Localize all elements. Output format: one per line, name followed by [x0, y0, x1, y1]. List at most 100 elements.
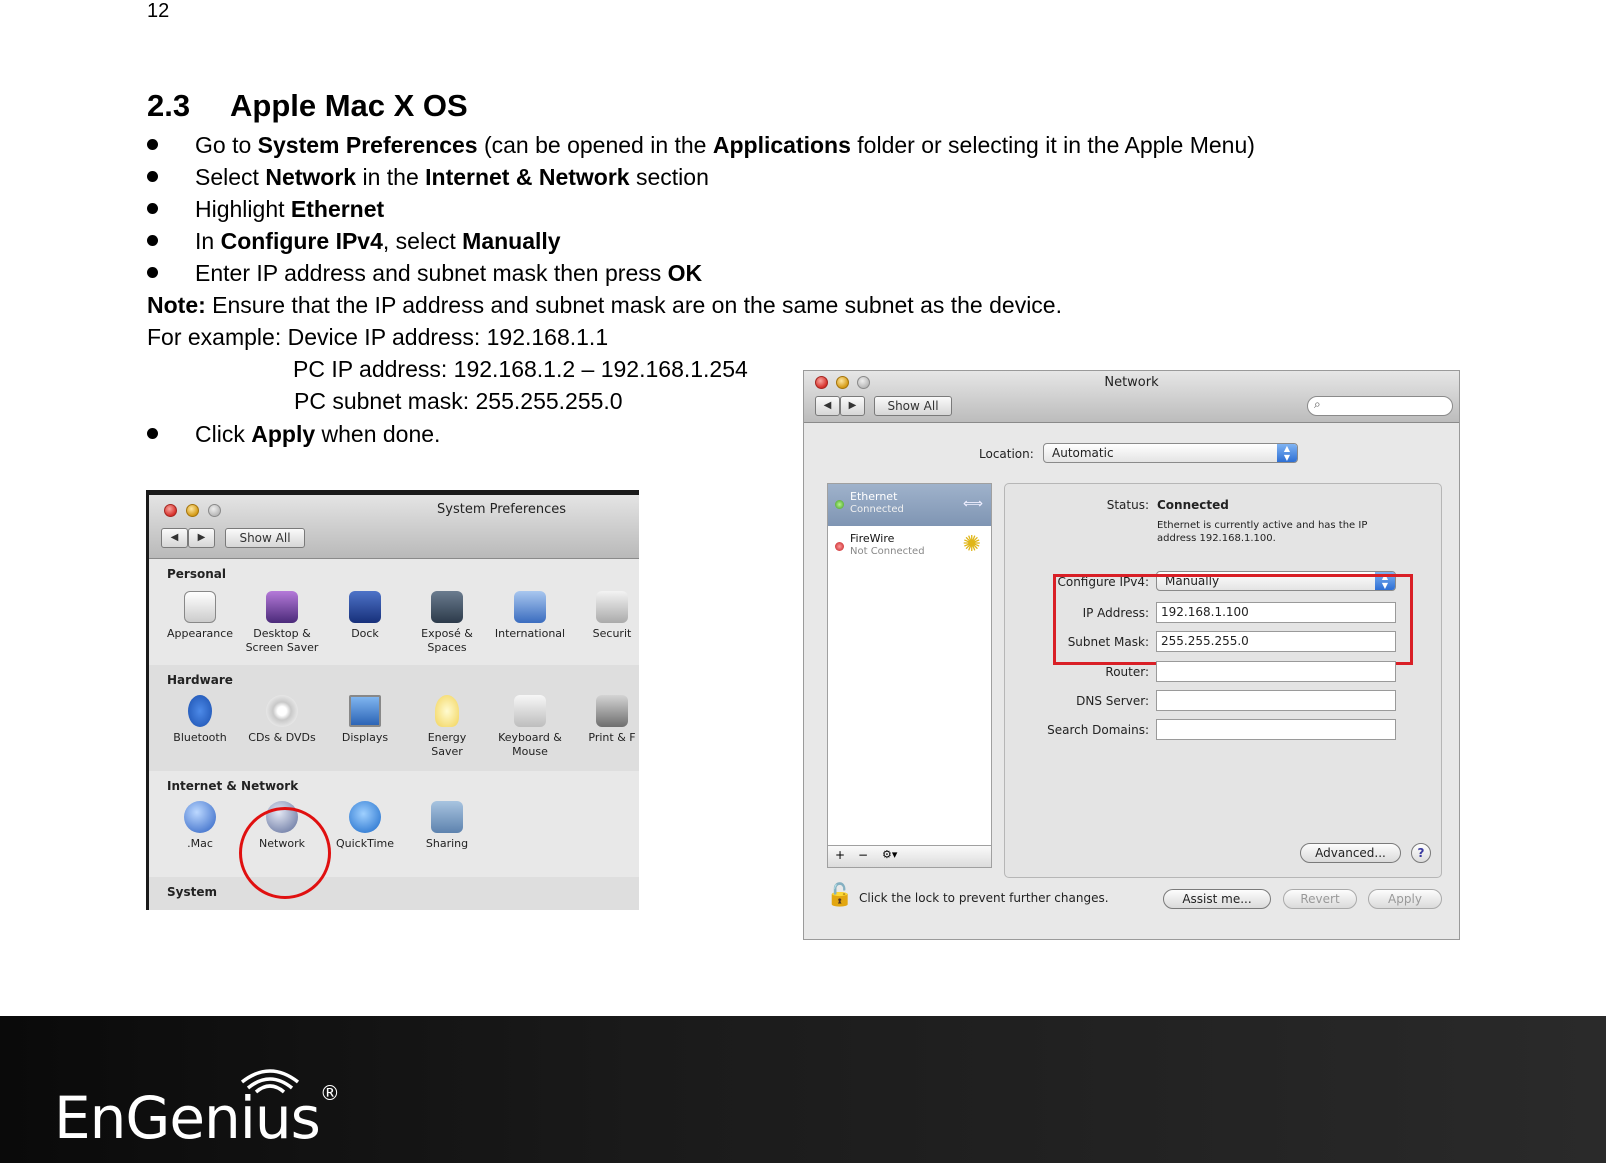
disc-icon: [266, 695, 298, 727]
firewire-icon: ✺: [962, 532, 981, 557]
highlight-box: [1053, 574, 1413, 665]
section-personal: Personal Appearance Desktop & Screen Sav…: [149, 559, 639, 665]
network-title: Network: [1104, 375, 1159, 390]
search-icon: ⌕: [1314, 397, 1321, 411]
section-header: Internet & Network: [167, 779, 299, 793]
heading-text: Apple Mac X OS: [230, 88, 468, 123]
forward-button[interactable]: ▶: [188, 528, 215, 548]
dns-server-field[interactable]: [1156, 690, 1396, 711]
pref-cds-dvds[interactable]: CDs & DVDs: [241, 695, 323, 745]
step-1: Go to System Preferences (can be opened …: [147, 132, 1255, 159]
revert-button[interactable]: Revert: [1283, 889, 1357, 909]
pref-displays[interactable]: Displays: [324, 695, 406, 745]
forward-button[interactable]: ▶: [840, 396, 865, 416]
syspref-title: System Preferences: [437, 502, 567, 517]
heading-number: 2.3: [147, 88, 191, 123]
search-domains-label: Search Domains:: [1047, 723, 1149, 737]
add-service-button[interactable]: +: [835, 848, 845, 862]
page-number: 12: [147, 0, 170, 22]
popup-arrows-icon: ▲ ▼: [1277, 444, 1297, 462]
status-value: Connected: [1157, 498, 1229, 512]
engenius-logo: EnGenius®: [54, 1080, 340, 1152]
zoom-button[interactable]: [208, 504, 221, 517]
section-heading: 2.3 Apple Mac X OS: [147, 88, 468, 124]
search-domains-field[interactable]: [1156, 719, 1396, 740]
location-label: Location:: [979, 447, 1034, 461]
pref-desktop[interactable]: Desktop & Screen Saver: [241, 591, 323, 655]
network-titlebar: Network ◀ ▶ Show All ⌕: [804, 371, 1459, 423]
pref-bluetooth[interactable]: Bluetooth: [159, 695, 241, 745]
back-button[interactable]: ◀: [815, 396, 840, 416]
desktop-icon: [266, 591, 298, 623]
lock-text: Click the lock to prevent further change…: [859, 891, 1109, 905]
expose-icon: [431, 591, 463, 623]
pref-expose[interactable]: Exposé & Spaces: [406, 591, 488, 655]
service-list-toolbar: + − ⚙▾: [828, 845, 991, 867]
gear-icon[interactable]: ⚙▾: [882, 848, 897, 861]
pref-security[interactable]: Securit: [571, 591, 639, 641]
globe-flag-icon: [514, 591, 546, 623]
router-field[interactable]: [1156, 661, 1396, 682]
network-window: Network ◀ ▶ Show All ⌕ Location: Automat…: [803, 370, 1460, 940]
service-firewire[interactable]: FireWire Not Connected ✺: [828, 526, 991, 568]
monitor-icon: [349, 695, 381, 727]
system-preferences-window: System Preferences ◀ ▶ Show All Personal…: [146, 490, 639, 910]
location-select[interactable]: Automatic ▲ ▼: [1043, 443, 1298, 463]
pref-mac[interactable]: .Mac: [159, 801, 241, 851]
pref-appearance[interactable]: Appearance: [159, 591, 241, 641]
quicktime-icon: [349, 801, 381, 833]
pref-print-fax[interactable]: Print & F: [571, 695, 639, 745]
show-all-button[interactable]: Show All: [874, 396, 952, 416]
section-header: Personal: [167, 567, 226, 581]
status-description-2: address 192.168.1.100.: [1157, 533, 1276, 544]
section-hardware: Hardware Bluetooth CDs & DVDs Displays E…: [149, 665, 639, 771]
sharing-folder-icon: [431, 801, 463, 833]
assist-me-button[interactable]: Assist me...: [1163, 889, 1271, 909]
network-highlight-circle: [239, 807, 331, 899]
note: Note: Ensure that the IP address and sub…: [147, 292, 1062, 318]
syspref-titlebar: System Preferences ◀ ▶ Show All: [149, 495, 639, 559]
example-pc-mask: PC subnet mask: 255.255.255.0: [294, 388, 623, 414]
step-5: Enter IP address and subnet mask then pr…: [147, 260, 702, 287]
minimize-button[interactable]: [186, 504, 199, 517]
lock-icon[interactable]: 🔓: [826, 883, 853, 908]
pref-sharing[interactable]: Sharing: [406, 801, 488, 851]
status-label: Status:: [1106, 498, 1149, 512]
example-device-ip: For example: Device IP address: 192.168.…: [147, 324, 609, 350]
section-header: System: [167, 885, 217, 899]
pref-energy-saver[interactable]: Energy Saver: [406, 695, 488, 759]
show-all-button[interactable]: Show All: [225, 528, 305, 548]
ethernet-arrows-icon: ⟺: [962, 496, 983, 512]
help-button[interactable]: ?: [1411, 843, 1431, 863]
security-house-icon: [596, 591, 628, 623]
dock-icon: [349, 591, 381, 623]
lightbulb-icon: [435, 695, 459, 727]
section-system: System: [149, 877, 639, 910]
keyboard-mouse-icon: [514, 695, 546, 727]
appearance-icon: [184, 591, 216, 623]
step-6: Click Apply when done.: [147, 421, 440, 448]
section-header: Hardware: [167, 673, 233, 687]
bluetooth-icon: [188, 695, 212, 727]
router-label: Router:: [1105, 665, 1149, 679]
footer-bar: EnGenius®: [0, 1016, 1606, 1163]
dns-server-label: DNS Server:: [1076, 694, 1149, 708]
pref-keyboard-mouse[interactable]: Keyboard & Mouse: [489, 695, 571, 759]
status-red-icon: [835, 542, 844, 551]
apply-button[interactable]: Apply: [1368, 889, 1442, 909]
mac-globe-icon: [184, 801, 216, 833]
printer-icon: [596, 695, 628, 727]
pref-quicktime[interactable]: QuickTime: [324, 801, 406, 851]
status-green-icon: [835, 500, 844, 509]
step-2: Select Network in the Internet & Network…: [147, 164, 709, 191]
remove-service-button[interactable]: −: [858, 848, 868, 862]
search-input[interactable]: ⌕: [1307, 396, 1453, 416]
close-button[interactable]: [164, 504, 177, 517]
service-ethernet[interactable]: Ethernet Connected ⟺: [828, 484, 991, 526]
back-button[interactable]: ◀: [161, 528, 188, 548]
pref-dock[interactable]: Dock: [324, 591, 406, 641]
advanced-button[interactable]: Advanced...: [1300, 843, 1401, 863]
service-list: Ethernet Connected ⟺ FireWire Not Connec…: [827, 483, 992, 868]
pref-international[interactable]: International: [489, 591, 571, 641]
step-4: In Configure IPv4, select Manually: [147, 228, 561, 255]
